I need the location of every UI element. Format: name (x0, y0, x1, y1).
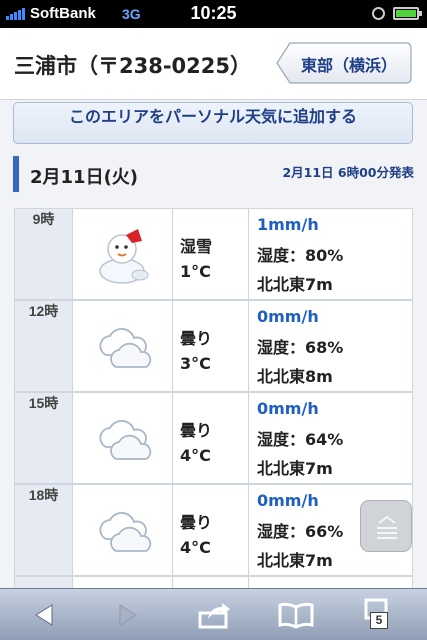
forecast-row: 9時 湿雪 1°C 1mm/h 湿度：80% 北北東7m (14, 208, 413, 300)
status-bar: SoftBank 3G 10:25 (0, 0, 427, 28)
forecast-row: 15時 曇り 4°C 0mm/h 湿度：64% 北北東7m (14, 392, 413, 484)
forward-arrow-icon (119, 604, 137, 626)
battery-icon (393, 7, 422, 20)
weather-label: 曇り (180, 513, 213, 532)
tabs-button[interactable]: 5 (356, 597, 400, 633)
humidity: 湿度：66% (257, 522, 344, 541)
humidity: 湿度：68% (257, 338, 344, 357)
bookmarks-button[interactable] (274, 597, 318, 633)
wind: 北北東7m (257, 459, 333, 478)
hour-cell: 12時 (15, 301, 73, 391)
weather-icon-cell (74, 393, 173, 483)
location-title: 三浦市（〒238-0225） (14, 54, 251, 78)
temperature: 4°C (180, 446, 211, 465)
detail-cell: 1mm/h 湿度：80% 北北東7m (250, 209, 412, 299)
share-button[interactable] (192, 597, 236, 633)
precipitation: 0mm/h (257, 399, 319, 418)
back-arrow-icon (35, 604, 53, 626)
published-time: 2月11日 6時00分発表 (282, 165, 414, 180)
cloud-icon (99, 419, 152, 460)
forward-button[interactable] (106, 597, 150, 633)
bookmarks-icon (278, 602, 314, 629)
humidity: 湿度：80% (257, 246, 344, 265)
hour-cell: 15時 (15, 393, 73, 483)
wind: 北北東8m (257, 367, 333, 386)
hour-cell (15, 577, 73, 588)
share-icon (198, 603, 230, 629)
weather-cell (174, 577, 249, 588)
alarm-icon (372, 7, 385, 20)
scroll-top-button[interactable] (360, 500, 412, 552)
weather-label: 曇り (180, 421, 213, 440)
clock: 10:25 (190, 3, 237, 23)
chevron-up-icon (377, 515, 397, 539)
snowman-icon (99, 229, 149, 284)
wind: 北北東7m (257, 551, 333, 570)
weather-cell: 曇り 4°C (174, 485, 249, 575)
weather-icon-cell (74, 301, 173, 391)
weather-cell: 曇り 4°C (174, 393, 249, 483)
tab-count: 5 (370, 612, 388, 629)
weather-icon-cell (74, 209, 173, 299)
detail-cell: 0mm/h 湿度：64% 北北東7m (250, 393, 412, 483)
detail-cell: 0mm/h 湿度：68% 北北東8m (250, 301, 412, 391)
back-button[interactable] (22, 597, 66, 633)
forecast-row: 18時 曇り 4°C 0mm/h 湿度：66% 北北東7m (14, 484, 413, 576)
region-button[interactable]: 東部（横浜） (276, 42, 412, 84)
weather-label: 曇り (180, 329, 213, 348)
hour-cell: 18時 (15, 485, 73, 575)
forecast-date: 2月11日(火) (30, 167, 139, 188)
page-header: 三浦市（〒238-0225） 東部（横浜） (0, 28, 427, 100)
temperature: 1°C (180, 262, 211, 281)
weather-icon-cell (74, 485, 173, 575)
add-area-button[interactable]: このエリアをパーソナル天気に追加する (13, 102, 413, 144)
forecast-table: 9時 湿雪 1°C 1mm/h 湿度：80% 北北東7m 12時 曇り 3°C … (14, 208, 413, 588)
cloud-icon (99, 327, 152, 368)
precipitation: 0mm/h (257, 491, 319, 510)
humidity: 湿度：64% (257, 430, 344, 449)
browser-toolbar: 5 (0, 588, 427, 640)
region-button-label: 東部（横浜） (300, 56, 397, 75)
cloud-icon (99, 511, 152, 552)
weather-icon-cell (74, 577, 173, 588)
precipitation: 1mm/h (257, 215, 319, 234)
wind: 北北東7m (257, 275, 333, 294)
weather-label: 湿雪 (180, 237, 213, 256)
temperature: 3°C (180, 354, 211, 373)
temperature: 4°C (180, 538, 211, 557)
date-row: 2月11日(火) 2月11日 6時00分発表 (0, 152, 427, 200)
hour-cell: 9時 (15, 209, 73, 299)
precipitation: 0mm/h (257, 307, 319, 326)
weather-cell: 曇り 3°C (174, 301, 249, 391)
forecast-row-partial (14, 576, 413, 588)
weather-cell: 湿雪 1°C (174, 209, 249, 299)
date-accent-bar (13, 156, 19, 192)
forecast-row: 12時 曇り 3°C 0mm/h 湿度：68% 北北東8m (14, 300, 413, 392)
